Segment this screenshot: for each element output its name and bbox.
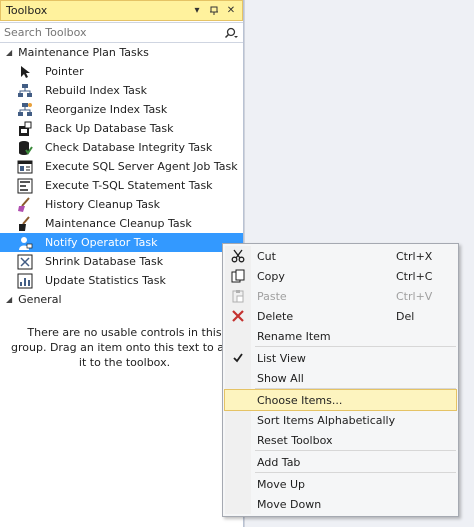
tsql-icon (17, 178, 33, 194)
toolbox-item-shrink-database[interactable]: Shrink Database Task (0, 252, 243, 271)
cut-icon (225, 246, 251, 266)
menu-item-choose-items[interactable]: Choose Items... (224, 389, 457, 411)
toolbox-titlebar: Toolbox ▾ ✕ (0, 0, 243, 21)
collapse-arrow-icon: ◢ (6, 295, 13, 304)
item-label: Rebuild Index Task (45, 84, 147, 97)
window-position-dropdown[interactable]: ▾ (190, 4, 204, 18)
menu-shortcut: Ctrl+V (396, 289, 433, 303)
menu-item-label: Move Up (257, 477, 306, 491)
item-label: Pointer (45, 65, 84, 78)
notify-operator-icon (17, 235, 33, 251)
maintenance-cleanup-icon (17, 215, 33, 232)
delete-icon (225, 306, 251, 326)
menu-item-label: Reset Toolbox (257, 433, 333, 447)
context-menu: Cut Ctrl+X Copy Ctrl+C Paste Ctrl+V Dele… (222, 243, 459, 517)
toolbox-item-update-statistics[interactable]: Update Statistics Task (0, 271, 243, 290)
item-label: Update Statistics Task (45, 274, 166, 287)
toolbox-item-history-cleanup[interactable]: History Cleanup Task (0, 195, 243, 214)
search-input[interactable] (0, 23, 219, 42)
item-label: Check Database Integrity Task (45, 141, 213, 154)
item-label: Execute SQL Server Agent Job Task (45, 160, 238, 173)
close-icon[interactable]: ✕ (224, 4, 238, 18)
menu-item-label: Delete (257, 309, 294, 323)
toolbox-title: Toolbox (6, 4, 48, 17)
menu-item-move-down[interactable]: Move Down (225, 494, 456, 514)
menu-item-cut[interactable]: Cut Ctrl+X (225, 246, 456, 266)
menu-item-delete[interactable]: Delete Del (225, 306, 456, 326)
toolbox-item-agent-job[interactable]: Execute SQL Server Agent Job Task (0, 157, 243, 176)
toolbox-item-pointer[interactable]: Pointer (0, 62, 243, 81)
empty-group-message: There are no usable controls in this gro… (11, 326, 238, 369)
menu-item-label: Add Tab (257, 455, 301, 469)
menu-item-label: Copy (257, 269, 285, 283)
shrink-database-icon (17, 254, 33, 270)
item-label: Notify Operator Task (45, 236, 158, 249)
item-label: Maintenance Cleanup Task (45, 217, 192, 230)
toolbox-item-backup-database[interactable]: Back Up Database Task (0, 119, 243, 138)
menu-item-label: Sort Items Alphabetically (257, 413, 396, 427)
item-label: History Cleanup Task (45, 198, 161, 211)
menu-item-label: Cut (257, 249, 276, 263)
toolbox-panel: Toolbox ▾ ✕ ◢ Maintenance Plan Tasks Poi… (0, 0, 244, 527)
menu-item-copy[interactable]: Copy Ctrl+C (225, 266, 456, 286)
collapse-arrow-icon: ◢ (6, 48, 13, 57)
check-integrity-icon (17, 140, 33, 156)
menu-item-rename[interactable]: Rename Item (225, 326, 456, 346)
copy-icon (225, 266, 251, 286)
toolbox-item-tsql[interactable]: Execute T-SQL Statement Task (0, 176, 243, 195)
item-label: Execute T-SQL Statement Task (45, 179, 213, 192)
toolbox-item-notify-operator[interactable]: Notify Operator Task (0, 233, 243, 252)
item-label: Back Up Database Task (45, 122, 174, 135)
menu-item-label: Show All (257, 371, 304, 385)
toolbox-item-rebuild-index[interactable]: Rebuild Index Task (0, 81, 243, 100)
menu-item-paste[interactable]: Paste Ctrl+V (225, 286, 456, 306)
menu-item-move-up[interactable]: Move Up (225, 474, 456, 494)
rebuild-index-icon (17, 83, 33, 99)
item-label: Shrink Database Task (45, 255, 164, 268)
menu-item-label: List View (257, 351, 306, 365)
group-header-general[interactable]: ◢ General (0, 290, 243, 309)
menu-item-label: Rename Item (257, 329, 331, 343)
toolbox-item-maintenance-cleanup[interactable]: Maintenance Cleanup Task (0, 214, 243, 233)
toolbox-item-reorganize-index[interactable]: Reorganize Index Task (0, 100, 243, 119)
toolbox-search (0, 22, 243, 43)
pin-icon[interactable] (207, 4, 221, 18)
menu-item-show-all[interactable]: Show All (225, 368, 456, 388)
toolbox-item-check-integrity[interactable]: Check Database Integrity Task (0, 138, 243, 157)
menu-item-label: Choose Items... (257, 393, 343, 407)
group-title: General (18, 293, 62, 306)
backup-database-icon (17, 121, 33, 137)
paste-icon (225, 286, 251, 306)
menu-item-label: Move Down (257, 497, 322, 511)
checkmark-icon (225, 348, 251, 368)
menu-item-add-tab[interactable]: Add Tab (225, 452, 456, 472)
update-statistics-icon (17, 273, 33, 289)
search-icon[interactable] (219, 27, 243, 39)
item-label: Reorganize Index Task (45, 103, 168, 116)
menu-item-reset-toolbox[interactable]: Reset Toolbox (225, 430, 456, 450)
menu-shortcut: Del (396, 309, 415, 323)
agent-job-icon (17, 159, 33, 175)
group-header-maintenance[interactable]: ◢ Maintenance Plan Tasks (0, 43, 243, 62)
menu-shortcut: Ctrl+X (396, 249, 433, 263)
group-title: Maintenance Plan Tasks (18, 46, 149, 59)
pointer-icon (17, 64, 33, 80)
menu-item-label: Paste (257, 289, 287, 303)
menu-item-sort-alphabetically[interactable]: Sort Items Alphabetically (225, 410, 456, 430)
menu-shortcut: Ctrl+C (396, 269, 433, 283)
history-cleanup-icon (17, 196, 33, 213)
reorganize-index-icon (17, 102, 33, 118)
menu-item-list-view[interactable]: List View (225, 348, 456, 368)
